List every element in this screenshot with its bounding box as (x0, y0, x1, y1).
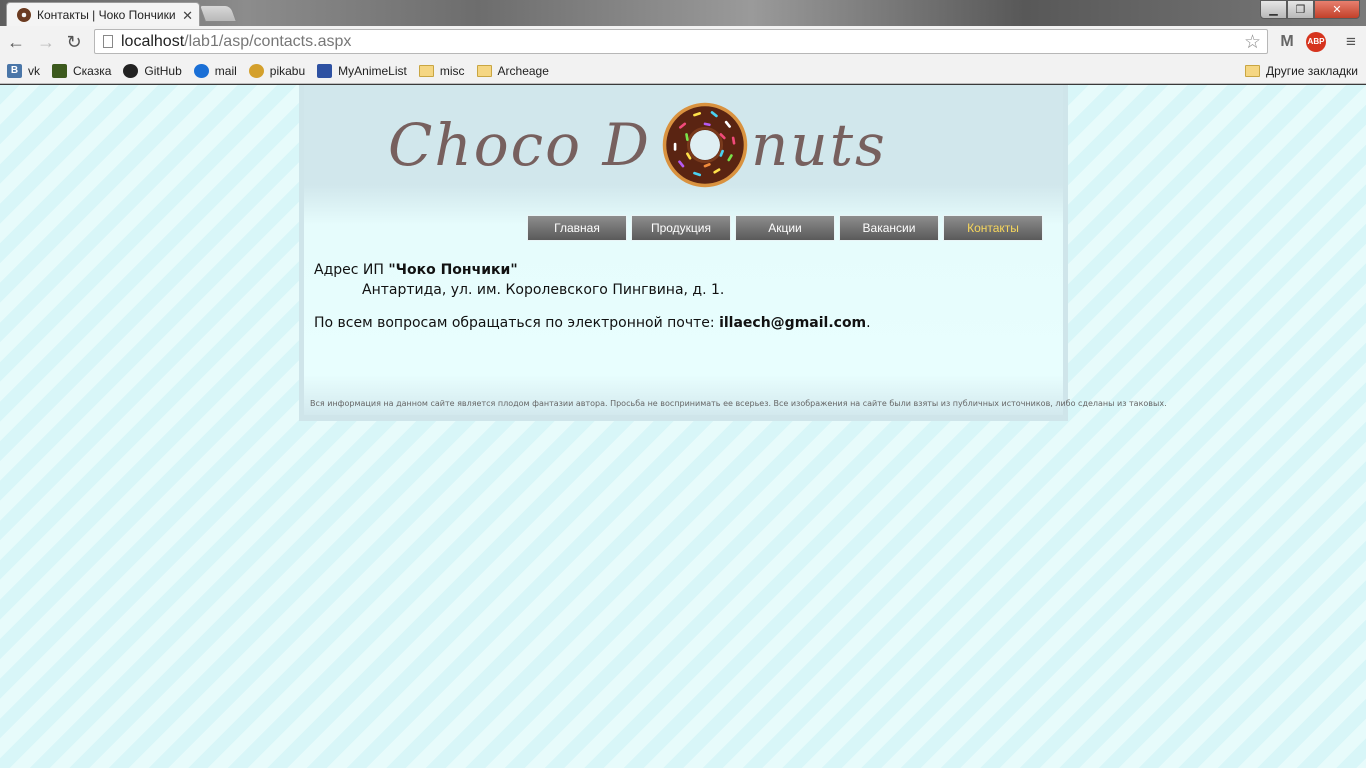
maximize-button[interactable]: ❐ (1287, 0, 1314, 19)
forward-arrow-icon[interactable]: → (36, 32, 56, 52)
tab-title: Контакты | Чоко Пончики (37, 8, 176, 22)
vk-icon: B (7, 63, 22, 78)
nav-item-home[interactable]: Главная (527, 215, 627, 241)
minimize-button[interactable]: ▁ (1260, 0, 1287, 19)
reload-icon[interactable]: ↻ (64, 32, 84, 52)
nav-item-products[interactable]: Продукция (631, 215, 731, 241)
donut-favicon-icon (17, 8, 31, 22)
new-tab-button[interactable] (198, 5, 238, 22)
bookmark-pikabu[interactable]: pikabu (248, 63, 305, 78)
nav-item-contacts[interactable]: Контакты (943, 215, 1043, 241)
bookmark-myanimelist[interactable]: MyAnimeList (317, 63, 407, 78)
back-arrow-icon[interactable]: ← (6, 32, 26, 52)
window-controls: ▁ ❐ ✕ (1260, 0, 1360, 19)
tab-close-icon[interactable]: ✕ (182, 9, 193, 22)
close-window-button[interactable]: ✕ (1314, 0, 1360, 19)
company-name: "Чоко Пончики" (388, 262, 518, 278)
page-viewport: Choco D nuts Главная Продукция Акции Вак… (0, 85, 1366, 768)
address-heading: Адрес ИП "Чоко Пончики" (314, 262, 518, 278)
site-container: Choco D nuts Главная Продукция Акции Вак… (299, 85, 1167, 421)
logo-text-right: nuts (751, 111, 887, 179)
bookmark-folder-misc[interactable]: misc (418, 64, 465, 78)
nav-item-promotions[interactable]: Акции (735, 215, 835, 241)
myanimelist-icon (317, 63, 333, 78)
site-inner: Choco D nuts Главная Продукция Акции Вак… (304, 85, 1167, 415)
footer-disclaimer: Вся информация на данном сайте является … (310, 399, 1167, 408)
browser-tab[interactable]: Контакты | Чоко Пончики ✕ (6, 2, 200, 27)
bookmark-github[interactable]: GitHub (123, 63, 182, 78)
url-text: localhost/lab1/asp/contacts.aspx (121, 32, 352, 50)
pikabu-icon (248, 63, 264, 78)
browser-toolbar: ← → ↻ localhost/lab1/asp/contacts.aspx ☆… (0, 26, 1366, 58)
github-icon (123, 63, 139, 78)
folder-icon (476, 64, 492, 77)
bookmark-star-icon[interactable]: ☆ (1244, 31, 1261, 54)
mail-icon (193, 63, 209, 78)
contact-line: По всем вопросам обращаться по электронн… (314, 315, 871, 331)
page-icon (103, 35, 113, 48)
gmail-icon[interactable]: M (1276, 32, 1298, 52)
nav-item-vacancies[interactable]: Вакансии (839, 215, 939, 241)
skazka-icon (52, 63, 67, 78)
donut-icon (662, 102, 748, 188)
contacts-content: Адрес ИП "Чоко Пончики" Антартида, ул. и… (314, 262, 1054, 331)
bookmark-skazka[interactable]: Сказка (52, 63, 111, 78)
bookmark-mail[interactable]: mail (193, 63, 237, 78)
other-bookmarks[interactable]: Другие закладки (1245, 64, 1358, 78)
folder-icon (418, 64, 434, 77)
site-navigation: Главная Продукция Акции Вакансии Контакт… (527, 215, 1047, 241)
logo-text-left: Choco D (388, 111, 651, 179)
window-titlebar: Контакты | Чоко Пончики ✕ ▁ ❐ ✕ (0, 0, 1366, 27)
bookmark-vk[interactable]: Bvk (7, 63, 40, 78)
email-address[interactable]: illaech@gmail.com (719, 315, 866, 331)
bookmarks-bar: Bvk Сказка GitHub mail pikabu MyAnimeLis… (0, 58, 1366, 84)
folder-icon (1245, 65, 1261, 77)
chrome-menu-icon[interactable]: ≡ (1340, 32, 1362, 52)
address-bar[interactable]: localhost/lab1/asp/contacts.aspx ☆ (94, 29, 1268, 54)
adblock-plus-icon[interactable]: ABP (1306, 32, 1326, 52)
bookmark-folder-archeage[interactable]: Archeage (476, 64, 549, 78)
site-logo[interactable]: Choco D nuts (388, 95, 887, 195)
address-text: Антартида, ул. им. Королевского Пингвина… (362, 282, 725, 298)
